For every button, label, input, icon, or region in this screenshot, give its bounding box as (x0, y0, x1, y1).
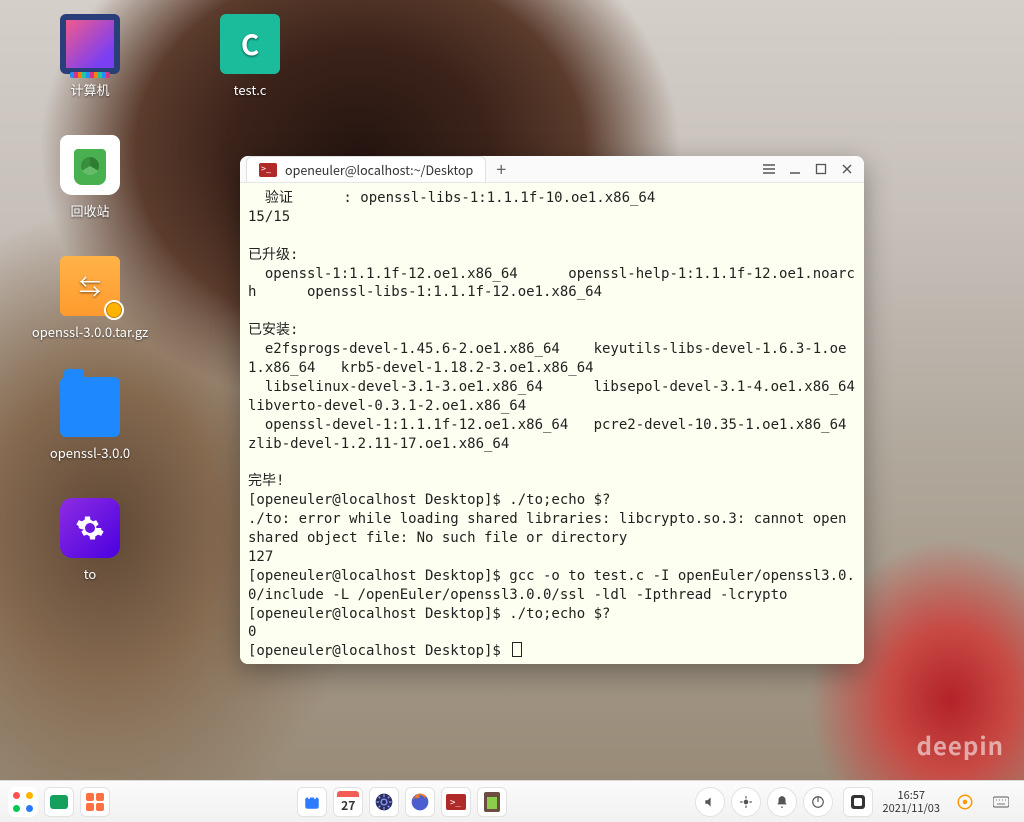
archive-icon: ⇆ (60, 256, 120, 316)
desktop-icon-label: openssl-3.0.0 (50, 443, 130, 462)
terminal-cursor (512, 642, 522, 657)
gear-icon (60, 498, 120, 558)
desktop-icon-label: test.c (234, 80, 267, 99)
terminal-icon: >_ (446, 794, 466, 810)
terminal-tab[interactable]: openeuler@localhost:~/Desktop (246, 156, 486, 182)
tray-power-button[interactable] (803, 787, 833, 817)
c-file-icon: C (220, 14, 280, 74)
clock-date: 2021/11/03 (883, 802, 940, 814)
folder-icon (60, 377, 120, 437)
calendar-day: 27 (341, 797, 355, 814)
desktop-icon-label: to (84, 564, 97, 583)
monitor-icon (484, 792, 500, 812)
terminal-icon (259, 163, 277, 177)
desktop-icon-grid: 计算机 回收站 ⇆ openssl-3.0.0.tar.gz openssl-3… (30, 14, 150, 583)
power-icon (811, 795, 825, 809)
computer-icon (60, 14, 120, 74)
desktop-icon-label: 回收站 (70, 201, 109, 220)
bag-icon (303, 793, 321, 811)
gear-icon (374, 792, 394, 812)
tray-notification-button[interactable] (767, 787, 797, 817)
desktop-icon-openssl-folder[interactable]: openssl-3.0.0 (30, 377, 150, 462)
tray-show-desktop-button[interactable] (843, 787, 873, 817)
assistant-icon (956, 793, 974, 811)
taskbar-monitor-button[interactable] (477, 787, 507, 817)
desktop-icon (850, 794, 866, 810)
tray-volume-button[interactable] (695, 787, 725, 817)
taskbar-settings-button[interactable] (369, 787, 399, 817)
new-tab-button[interactable]: + (490, 158, 512, 180)
terminal-output[interactable]: 验证 : openssl-libs-1:1.1.1f-10.oe1.x86_64… (240, 183, 864, 664)
maximize-button[interactable] (810, 158, 832, 180)
desktop-icon-test-c[interactable]: C test.c (190, 14, 310, 99)
desktop-icon-label: openssl-3.0.0.tar.gz (32, 322, 148, 341)
network-icon (739, 795, 753, 809)
deepin-watermark: deepin (917, 727, 1004, 762)
taskbar-terminal-button[interactable]: >_ (441, 787, 471, 817)
terminal-window[interactable]: openeuler@localhost:~/Desktop + 验证 : ope… (240, 156, 864, 664)
desktop-icon-computer[interactable]: 计算机 (30, 14, 150, 99)
desktop-icon-trash[interactable]: 回收站 (30, 135, 150, 220)
launcher-button[interactable] (8, 787, 38, 817)
tray-assistant-button[interactable] (950, 787, 980, 817)
svg-text:>_: >_ (450, 798, 461, 808)
taskbar-firefox-button[interactable] (405, 787, 435, 817)
window-titlebar[interactable]: openeuler@localhost:~/Desktop + (240, 156, 864, 183)
taskbar-multitask-button[interactable] (80, 787, 110, 817)
desktop-icon-openssl-archive[interactable]: ⇆ openssl-3.0.0.tar.gz (30, 256, 150, 341)
workspace-icon (50, 795, 68, 809)
tray-ime-button[interactable] (986, 787, 1016, 817)
volume-icon (703, 795, 717, 809)
grid-icon (86, 793, 104, 811)
keyboard-icon (993, 794, 1009, 810)
tab-title: openeuler@localhost:~/Desktop (285, 160, 473, 179)
minimize-button[interactable] (784, 158, 806, 180)
taskbar-workspace-button[interactable] (44, 787, 74, 817)
launcher-icon (13, 792, 33, 812)
bell-icon (775, 795, 789, 809)
taskbar-appstore-button[interactable] (297, 787, 327, 817)
tray-network-button[interactable] (731, 787, 761, 817)
desktop-icon-grid-col2: C test.c (190, 14, 310, 99)
desktop-icon-label: 计算机 (70, 80, 109, 99)
firefox-icon (410, 792, 430, 812)
hamburger-menu-button[interactable] (758, 158, 780, 180)
close-button[interactable] (836, 158, 858, 180)
tray-clock[interactable]: 16:57 2021/11/03 (879, 789, 944, 813)
taskbar: 27 >_ (0, 780, 1024, 822)
desktop-icon-to-app[interactable]: to (30, 498, 150, 583)
taskbar-calendar-button[interactable]: 27 (333, 787, 363, 817)
trash-icon (60, 135, 120, 195)
